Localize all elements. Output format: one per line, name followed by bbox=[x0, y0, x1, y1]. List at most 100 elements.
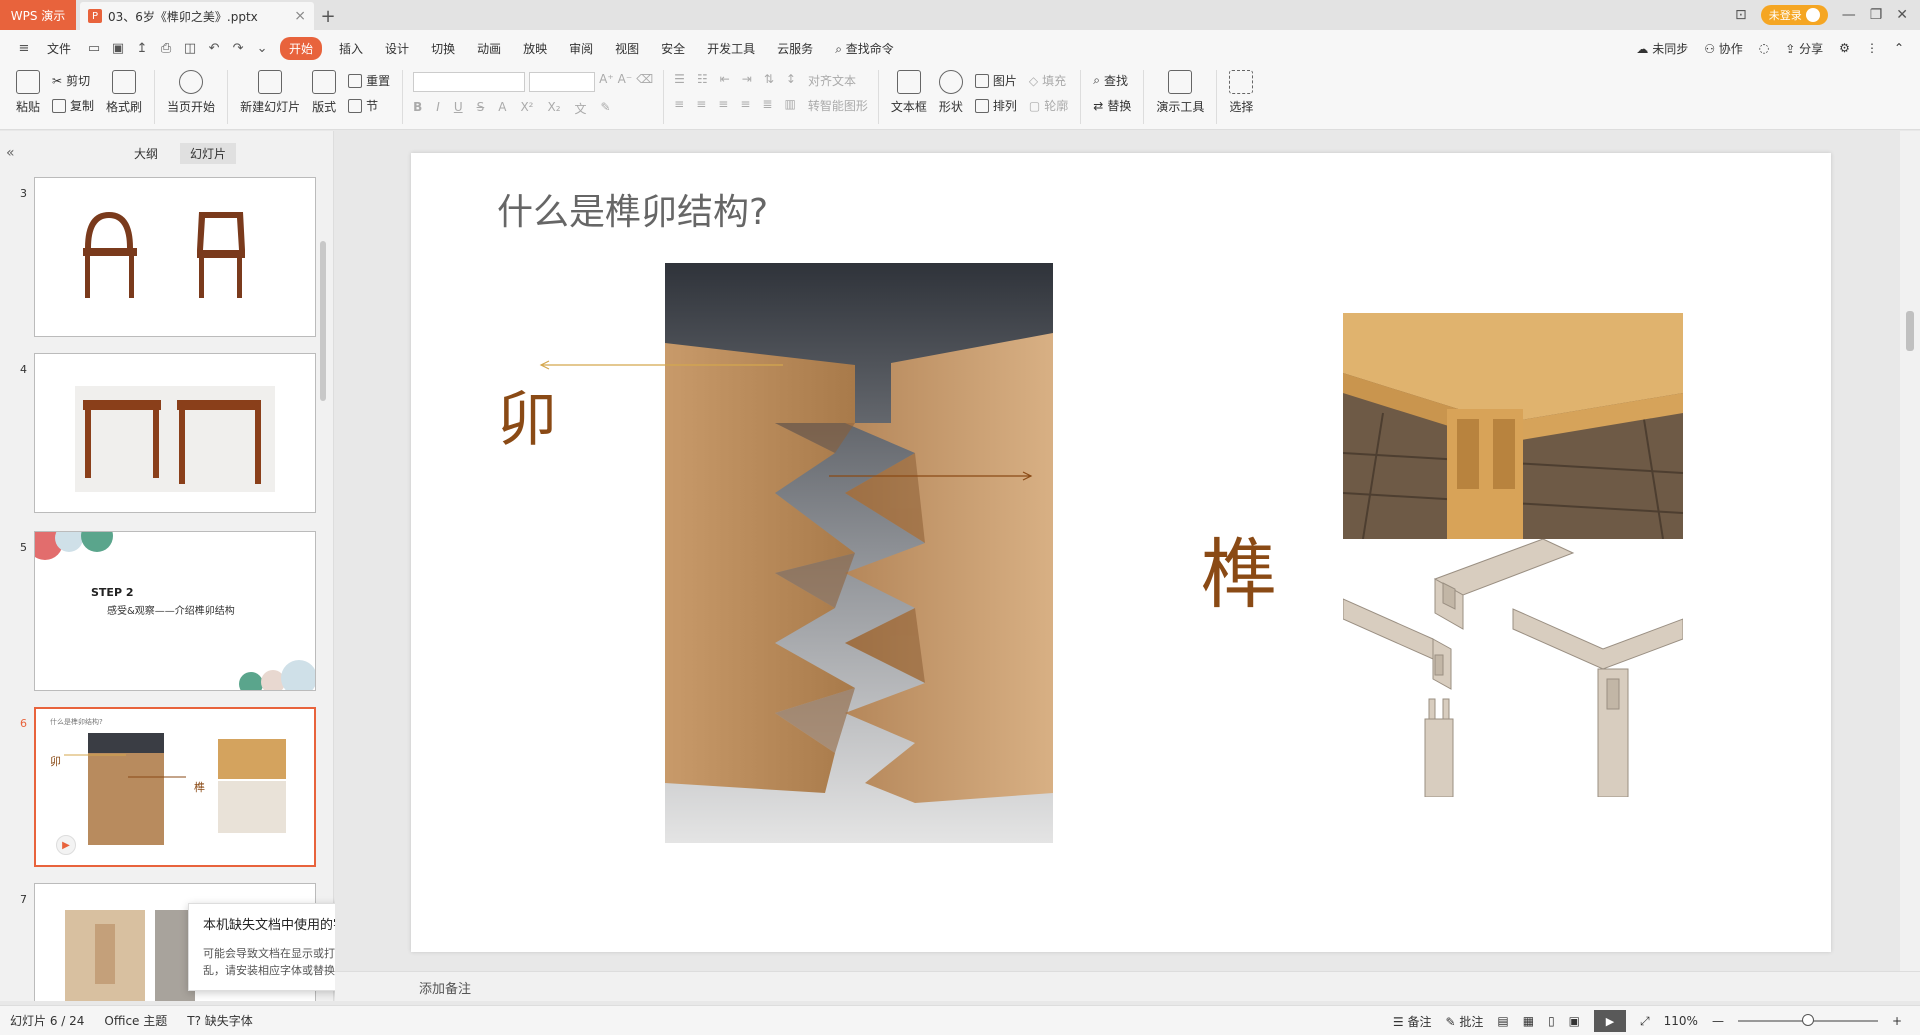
numbering-icon[interactable]: ☷ bbox=[697, 72, 708, 89]
reset-button[interactable]: 重置 bbox=[348, 72, 390, 89]
tab-outline[interactable]: 大纲 bbox=[124, 143, 168, 164]
export-icon[interactable]: ↥ bbox=[134, 40, 150, 56]
clear-format-icon[interactable]: ⌫ bbox=[636, 72, 653, 92]
slide-thumbnail-6[interactable]: 什么是榫卯结构? 卯 榫 ▶ bbox=[34, 707, 316, 867]
present-tools-button[interactable]: 演示工具 bbox=[1150, 70, 1210, 115]
line-spacing-icon[interactable]: ↕ bbox=[786, 72, 796, 89]
indent-decrease-icon[interactable]: ⇤ bbox=[720, 72, 730, 89]
strikethrough-icon[interactable]: S bbox=[477, 100, 485, 117]
sync-button[interactable]: ☁ 未同步 bbox=[1636, 40, 1688, 57]
cut-button[interactable]: ✂ 剪切 bbox=[52, 72, 94, 89]
slide-thumbnail-3[interactable] bbox=[34, 177, 316, 337]
new-tab-button[interactable]: + bbox=[314, 2, 342, 30]
indent-increase-icon[interactable]: ⇥ bbox=[742, 72, 752, 89]
comment-icon[interactable]: ◌ bbox=[1759, 41, 1769, 55]
open-icon[interactable]: ▭ bbox=[86, 40, 102, 56]
layout-icon[interactable]: ⊡ bbox=[1735, 7, 1747, 23]
slide-thumbnail-5[interactable]: STEP 2 感受&观察——介绍榫卯结构 bbox=[34, 531, 316, 691]
zoom-slider-knob[interactable] bbox=[1801, 1014, 1814, 1026]
slide-thumbnail-4[interactable] bbox=[34, 353, 316, 513]
justify-icon[interactable]: ≡ bbox=[740, 97, 750, 114]
font-color-icon[interactable]: A bbox=[498, 100, 506, 117]
settings-icon[interactable]: ⚙ bbox=[1839, 41, 1850, 55]
close-window-icon[interactable]: ✕ bbox=[1896, 7, 1908, 23]
tab-slideshow[interactable]: 放映 bbox=[512, 37, 558, 60]
tab-developer[interactable]: 开发工具 bbox=[696, 37, 766, 60]
save-icon[interactable]: ▣ bbox=[110, 40, 126, 56]
login-button[interactable]: 未登录 bbox=[1760, 5, 1828, 25]
underline-icon[interactable]: U bbox=[454, 100, 463, 117]
copy-button[interactable]: 复制 bbox=[52, 97, 94, 114]
shape-button[interactable]: 形状 bbox=[933, 70, 969, 115]
play-slide-icon[interactable]: ▶ bbox=[56, 835, 76, 855]
picture-button[interactable]: 图片 bbox=[974, 72, 1017, 89]
highlight-icon[interactable]: ✎ bbox=[601, 100, 611, 117]
slide-sorter-icon[interactable]: ▦ bbox=[1523, 1014, 1534, 1028]
collab-button[interactable]: ⚇ 协作 bbox=[1704, 40, 1743, 57]
outline-button[interactable]: ▢ 轮廓 bbox=[1029, 97, 1068, 114]
more-icon[interactable]: ⋮ bbox=[1866, 41, 1878, 55]
tab-view[interactable]: 视图 bbox=[604, 37, 650, 60]
restore-icon[interactable]: ❐ bbox=[1870, 7, 1883, 23]
undo-icon[interactable]: ↶ bbox=[206, 40, 222, 56]
align-center-icon[interactable]: ≡ bbox=[696, 97, 706, 114]
align-left-icon[interactable]: ≡ bbox=[674, 97, 684, 114]
slideshow-button[interactable]: ▶ bbox=[1594, 1010, 1627, 1032]
find-button[interactable]: ⌕ 查找 bbox=[1093, 72, 1131, 89]
file-menu[interactable]: 文件 bbox=[36, 37, 82, 60]
zoom-level[interactable]: 110% bbox=[1664, 1014, 1698, 1028]
from-current-button[interactable]: 当页开始 bbox=[161, 70, 221, 115]
format-painter-button[interactable]: 格式刷 bbox=[100, 70, 148, 115]
current-slide[interactable]: 什么是榫卯结构? 卯 榫 bbox=[411, 153, 1831, 952]
zoom-out-icon[interactable]: — bbox=[1712, 1014, 1724, 1028]
zoom-in-icon[interactable]: + bbox=[1892, 1014, 1902, 1028]
collapse-ribbon-icon[interactable]: ⌃ bbox=[1894, 41, 1904, 55]
columns-icon[interactable]: ▥ bbox=[784, 97, 795, 114]
tab-security[interactable]: 安全 bbox=[650, 37, 696, 60]
minimize-icon[interactable]: — bbox=[1842, 7, 1856, 23]
tab-slides[interactable]: 幻灯片 bbox=[180, 142, 237, 164]
distribute-icon[interactable]: ≣ bbox=[762, 97, 772, 114]
tab-insert[interactable]: 插入 bbox=[328, 37, 374, 60]
section-button[interactable]: 节 bbox=[348, 97, 390, 114]
tab-animation[interactable]: 动画 bbox=[466, 37, 512, 60]
convert-smartart-button[interactable]: 转智能图形 bbox=[808, 97, 868, 114]
phonetic-icon[interactable]: 文 bbox=[575, 100, 587, 117]
notes-toggle[interactable]: ☰ 备注 bbox=[1393, 1013, 1432, 1030]
font-family-select[interactable] bbox=[413, 72, 526, 92]
tab-review[interactable]: 审阅 bbox=[558, 37, 604, 60]
app-tab[interactable]: WPS 演示 bbox=[0, 0, 76, 30]
layout-button[interactable]: 版式 bbox=[306, 70, 342, 115]
label-luan[interactable]: 卯 bbox=[497, 371, 557, 458]
subscript-icon[interactable]: X₂ bbox=[547, 100, 560, 117]
fit-window-icon[interactable]: ⤢ bbox=[1640, 1014, 1650, 1029]
tab-home[interactable]: 开始 bbox=[280, 36, 323, 60]
thumbnail-scrollbar[interactable] bbox=[320, 241, 326, 401]
normal-view-icon[interactable]: ▤ bbox=[1497, 1014, 1508, 1028]
font-size-select[interactable] bbox=[529, 72, 596, 92]
customize-icon[interactable]: ⌄ bbox=[254, 40, 270, 56]
comments-toggle[interactable]: ✎ 批注 bbox=[1445, 1013, 1483, 1030]
superscript-icon[interactable]: X² bbox=[520, 100, 533, 117]
presenter-icon[interactable]: ▣ bbox=[1569, 1014, 1580, 1028]
redo-icon[interactable]: ↷ bbox=[230, 40, 246, 56]
document-tab[interactable]: P 03、6岁《榫卯之美》.pptx ⨯ bbox=[80, 2, 314, 30]
tab-design[interactable]: 设计 bbox=[374, 37, 420, 60]
menu-icon[interactable]: ≡ bbox=[16, 40, 32, 56]
preview-icon[interactable]: ◫ bbox=[182, 40, 198, 56]
bullets-icon[interactable]: ☰ bbox=[674, 72, 685, 89]
reading-view-icon[interactable]: ▯ bbox=[1548, 1014, 1555, 1028]
search-command[interactable]: ⌕ 查找命令 bbox=[824, 37, 905, 60]
collapse-pane-icon[interactable]: « bbox=[6, 145, 15, 161]
shrink-font-icon[interactable]: A⁻ bbox=[618, 72, 633, 92]
italic-icon[interactable]: I bbox=[436, 100, 440, 117]
new-slide-button[interactable]: 新建幻灯片 bbox=[234, 70, 306, 115]
missing-font-button[interactable]: T? 缺失字体 bbox=[187, 1012, 253, 1029]
paste-button[interactable]: 粘贴 bbox=[10, 70, 46, 115]
arrange-button[interactable]: 排列 bbox=[974, 97, 1017, 114]
label-sun[interactable]: 榫 bbox=[1201, 513, 1277, 623]
scrollbar-thumb[interactable] bbox=[1906, 311, 1914, 351]
notes-pane[interactable]: 添加备注 bbox=[335, 971, 1920, 1001]
fill-button[interactable]: ◇ 填充 bbox=[1029, 72, 1068, 89]
replace-button[interactable]: ⇄ 替换 bbox=[1093, 97, 1131, 114]
